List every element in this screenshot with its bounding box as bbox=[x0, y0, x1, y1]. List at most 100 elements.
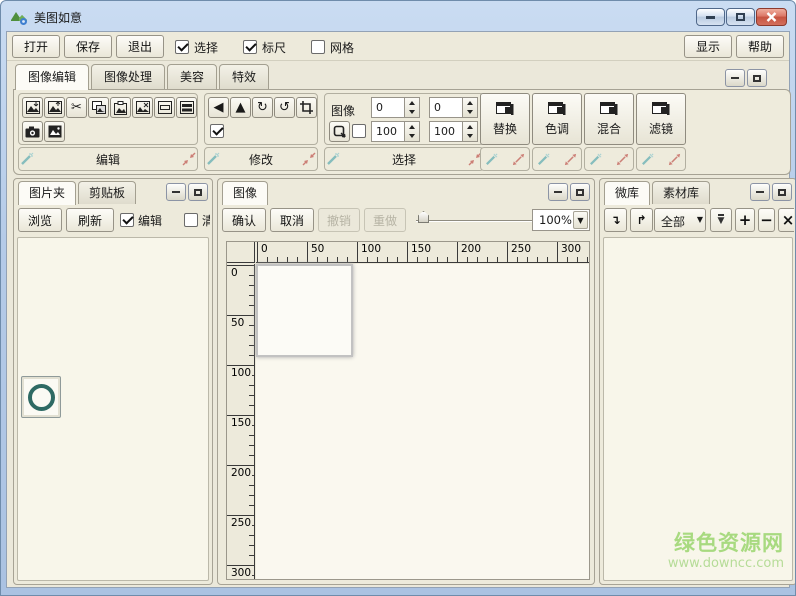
cut-button[interactable]: ✂ bbox=[66, 97, 87, 118]
display-button[interactable]: 显示 bbox=[684, 35, 732, 58]
replace-button[interactable]: 替换 bbox=[480, 93, 530, 145]
remove-item-button[interactable]: − bbox=[758, 208, 775, 232]
library-toolbar: ↴ ↱ 全部 ▼ ▼ + − × bbox=[604, 207, 794, 233]
save-image-button[interactable] bbox=[44, 97, 65, 118]
magic-wand-icon bbox=[205, 151, 221, 167]
minimize-button[interactable] bbox=[696, 8, 725, 26]
open-image-button[interactable] bbox=[22, 97, 43, 118]
replace-group-bar[interactable] bbox=[480, 147, 530, 171]
spinner-arrows[interactable] bbox=[404, 98, 419, 117]
zoom-slider[interactable] bbox=[416, 220, 532, 222]
select-y-spinner[interactable]: 0 bbox=[429, 97, 478, 118]
move-to-bottom-button[interactable]: ▼ bbox=[710, 208, 732, 232]
flip-horizontal-button[interactable]: ◀ bbox=[208, 97, 229, 118]
close-icon bbox=[766, 12, 777, 22]
flip-vertical-button[interactable]: ▲ bbox=[230, 97, 251, 118]
tone-group-bar[interactable] bbox=[532, 147, 582, 171]
help-button[interactable]: 帮助 bbox=[736, 35, 784, 58]
maximize-button[interactable] bbox=[726, 8, 755, 26]
spinner-arrows[interactable] bbox=[462, 122, 477, 141]
zoom-select[interactable]: 100% ▼ bbox=[532, 209, 590, 231]
library-panel-maximize-button[interactable] bbox=[772, 183, 792, 201]
image-document[interactable] bbox=[256, 264, 353, 357]
tab-image-process[interactable]: 图像处理 bbox=[91, 64, 165, 89]
rotate-ccw-button[interactable]: ↺ bbox=[274, 97, 295, 118]
ribbon-maximize-button[interactable] bbox=[747, 69, 767, 87]
tab-beauty[interactable]: 美容 bbox=[167, 64, 217, 89]
image-panel-maximize-button[interactable] bbox=[570, 183, 590, 201]
paste-icon bbox=[114, 101, 127, 115]
add-item-button[interactable]: + bbox=[735, 208, 755, 232]
crop-button[interactable] bbox=[296, 97, 317, 118]
edit-group-bar[interactable]: 编辑 bbox=[18, 147, 198, 171]
save-button[interactable]: 保存 bbox=[64, 35, 112, 58]
export-item-button[interactable]: ↱ bbox=[630, 208, 653, 232]
delete-image-button[interactable] bbox=[132, 97, 153, 118]
modify-group-bar[interactable]: 修改 bbox=[204, 147, 318, 171]
rotate-cw-button[interactable]: ↻ bbox=[252, 97, 273, 118]
select-width-spinner[interactable]: 100 bbox=[371, 121, 420, 142]
import-item-button[interactable]: ↴ bbox=[604, 208, 627, 232]
image-panel-minimize-button[interactable] bbox=[548, 183, 568, 201]
title-bar: 美图如意 bbox=[1, 1, 795, 31]
tab-picture-folder[interactable]: 图片夹 bbox=[18, 181, 76, 205]
select-x-spinner[interactable]: 0 bbox=[371, 97, 420, 118]
tab-effects[interactable]: 特效 bbox=[219, 64, 269, 89]
pictures-panel-maximize-button[interactable] bbox=[188, 183, 208, 201]
tone-button[interactable]: 色调 bbox=[532, 93, 582, 145]
redo-button[interactable]: 重做 bbox=[364, 208, 406, 232]
close-button[interactable] bbox=[756, 8, 787, 26]
browse-button[interactable]: 浏览 bbox=[18, 208, 62, 232]
modify-checkbox[interactable] bbox=[210, 124, 224, 138]
spinner-arrows[interactable] bbox=[404, 122, 419, 141]
canvas[interactable] bbox=[256, 264, 589, 579]
spinner-arrows[interactable] bbox=[462, 98, 477, 117]
ribbon-tabs: 图像编辑 图像处理 美容 特效 bbox=[15, 64, 269, 90]
tab-image-edit[interactable]: 图像编辑 bbox=[15, 64, 89, 90]
select-group-bar[interactable]: 选择 bbox=[324, 147, 484, 171]
refresh-button[interactable]: 刷新 bbox=[66, 208, 114, 232]
spinner-up-icon bbox=[409, 101, 415, 105]
layout-single-button[interactable] bbox=[154, 97, 175, 118]
zoom-slider-thumb[interactable] bbox=[418, 211, 429, 223]
ruler-checkbox-label: 标尺 bbox=[262, 39, 286, 56]
select-checkbox[interactable] bbox=[175, 40, 189, 54]
chevron-down-icon[interactable]: ▼ bbox=[573, 211, 588, 229]
blend-button[interactable]: 混合 bbox=[584, 93, 634, 145]
category-select[interactable]: 全部 ▼ bbox=[654, 208, 706, 232]
camera-button[interactable] bbox=[22, 121, 43, 142]
ruler-checkbox[interactable] bbox=[243, 40, 257, 54]
clear-checkbox[interactable] bbox=[184, 213, 198, 227]
pictures-panel-minimize-button[interactable] bbox=[166, 183, 186, 201]
exit-button[interactable]: 退出 bbox=[116, 35, 164, 58]
tab-image[interactable]: 图像 bbox=[222, 181, 268, 205]
pictures-panel: 图片夹 剪贴板 浏览 刷新 编辑 清 bbox=[13, 178, 213, 585]
layout-filled-button[interactable] bbox=[176, 97, 197, 118]
select-group: 图像 0 0 100 bbox=[324, 93, 484, 145]
ruler-label: 250 bbox=[230, 518, 252, 530]
paste-button[interactable] bbox=[110, 97, 131, 118]
picture-thumbnail-item[interactable] bbox=[21, 376, 61, 418]
select-rect-button[interactable] bbox=[329, 121, 350, 142]
select-option-checkbox[interactable] bbox=[352, 124, 366, 138]
select-height-spinner[interactable]: 100 bbox=[429, 121, 478, 142]
copy-button[interactable] bbox=[88, 97, 109, 118]
tab-material-library[interactable]: 素材库 bbox=[652, 181, 710, 204]
open-button[interactable]: 打开 bbox=[12, 35, 60, 58]
image-import-icon bbox=[26, 101, 40, 114]
undo-button[interactable]: 撤销 bbox=[318, 208, 360, 232]
ruler-label: 150 bbox=[410, 244, 432, 256]
filter-button[interactable]: 滤镜 bbox=[636, 93, 686, 145]
tab-clipboard[interactable]: 剪贴板 bbox=[78, 181, 136, 204]
blend-group-bar[interactable] bbox=[584, 147, 634, 171]
confirm-button[interactable]: 确认 bbox=[222, 208, 266, 232]
edit-checkbox[interactable] bbox=[120, 213, 134, 227]
tab-micro-library[interactable]: 微库 bbox=[604, 181, 650, 205]
ribbon-minimize-button[interactable] bbox=[725, 69, 745, 87]
filter-group-bar[interactable] bbox=[636, 147, 686, 171]
cancel-button[interactable]: 取消 bbox=[270, 208, 314, 232]
library-panel-minimize-button[interactable] bbox=[750, 183, 770, 201]
image-button[interactable] bbox=[44, 121, 65, 142]
delete-item-button[interactable]: × bbox=[778, 208, 794, 232]
grid-checkbox[interactable] bbox=[311, 40, 325, 54]
